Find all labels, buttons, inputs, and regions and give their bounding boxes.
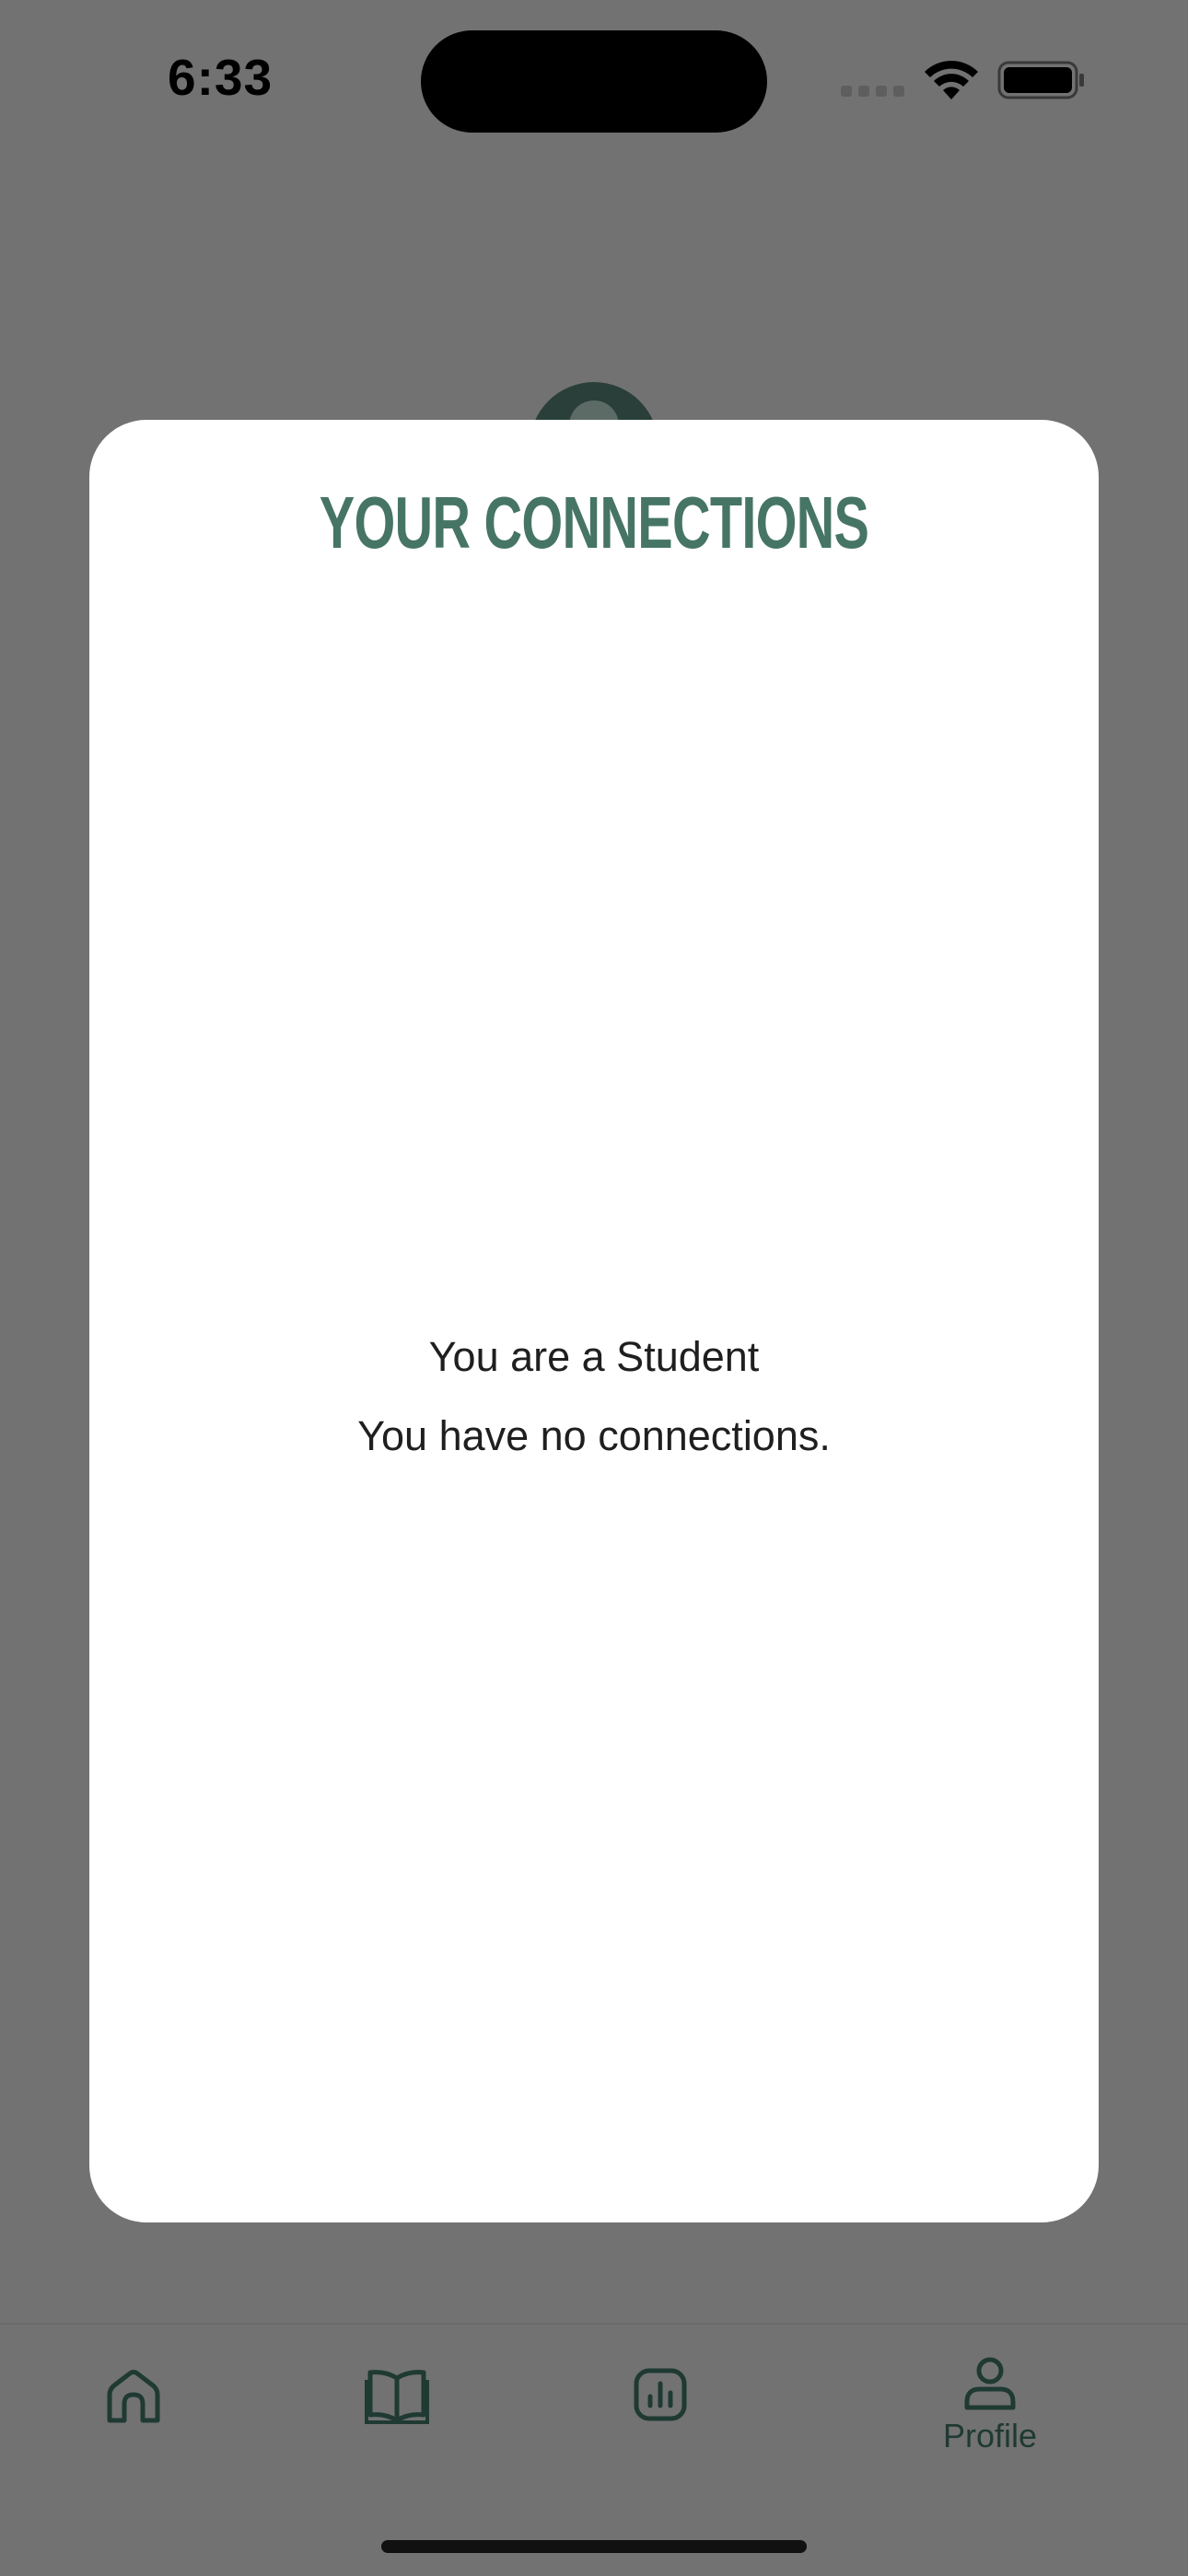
role-text: You are a Student xyxy=(428,1333,760,1380)
modal-title: YOUR CONNECTIONS xyxy=(319,482,869,563)
tab-profile-label: Profile xyxy=(942,2417,1038,2454)
status-time: 6:33 xyxy=(168,49,274,106)
book-icon xyxy=(365,2370,429,2424)
home-icon xyxy=(107,2370,160,2423)
home-indicator[interactable] xyxy=(381,2540,807,2553)
tab-stats[interactable] xyxy=(610,2325,711,2481)
connections-modal: YOUR CONNECTIONS You are a Student You h… xyxy=(89,420,1099,2222)
stats-icon xyxy=(634,2368,687,2421)
tab-profile[interactable]: Profile xyxy=(930,2325,1050,2481)
tab-bar: Profile xyxy=(0,2323,1188,2576)
battery-icon xyxy=(997,61,1084,99)
person-icon xyxy=(964,2357,1016,2410)
wifi-icon xyxy=(925,60,978,99)
dynamic-island xyxy=(421,30,767,133)
status-bar: 6:33 xyxy=(0,0,1188,157)
tab-library[interactable] xyxy=(346,2325,448,2481)
empty-connections-text: You have no connections. xyxy=(357,1412,831,1459)
cellular-signal-icon xyxy=(841,86,904,97)
tab-home[interactable] xyxy=(83,2325,184,2481)
